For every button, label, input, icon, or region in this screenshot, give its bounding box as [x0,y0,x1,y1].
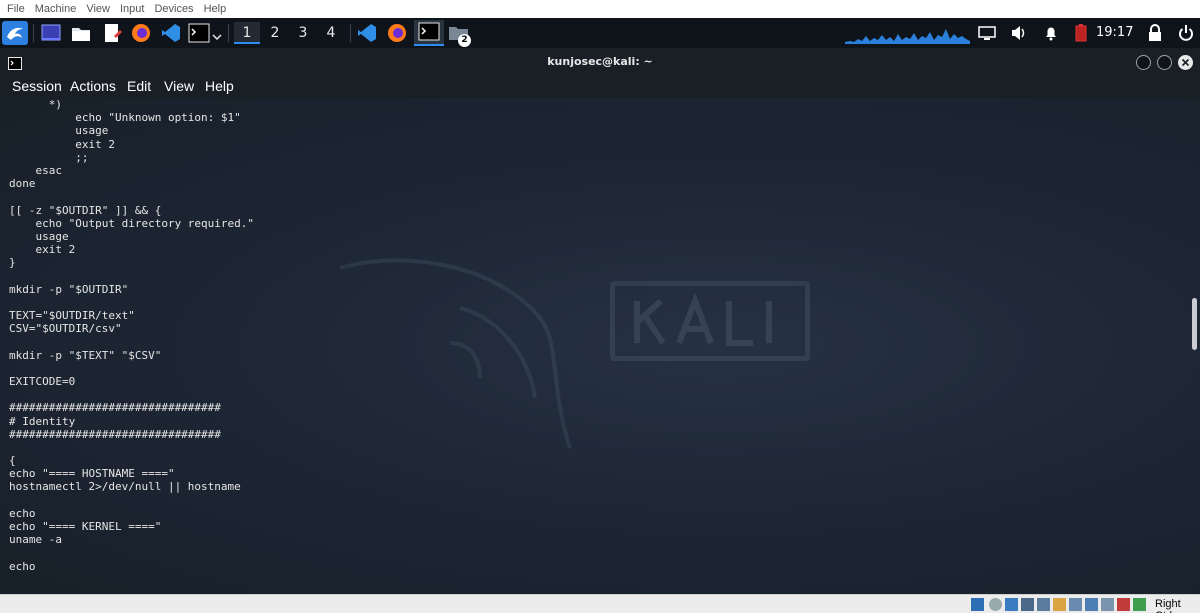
terminal-scrollbar[interactable] [1192,298,1197,350]
workspace-2[interactable]: 2 [262,22,288,44]
text-editor-icon[interactable] [101,22,123,44]
vscode-window-icon[interactable] [356,22,378,44]
recording-icon[interactable] [1085,598,1098,611]
terminal-line: echo "==== KERNEL ====" [9,520,162,533]
menu-view[interactable]: View [164,78,194,94]
terminal-window-button[interactable] [414,20,444,46]
vscode-icon[interactable] [160,22,182,44]
usb-icon[interactable] [1037,598,1050,611]
kali-wallpaper-logo [610,281,810,361]
vbox-statusbar: Right Ctrl [0,594,1200,613]
terminal-line: mkdir -p "$OUTDIR" [9,282,129,296]
terminal-line: ################################ [9,401,221,415]
file-manager-icon[interactable] [70,22,92,44]
terminal-line: *) [9,98,62,111]
kali-dragon-watermark [339,258,572,449]
keyboard-icon[interactable] [1133,598,1146,611]
optical-drive-icon[interactable] [989,598,1002,611]
cpu-graph [845,22,970,44]
menu-edit[interactable]: Edit [127,78,151,94]
terminal-line: TEXT="$OUTDIR/text" [9,309,135,322]
firefox-icon[interactable] [130,22,152,44]
terminal-line: { [9,454,16,468]
hard-disk-icon[interactable] [971,598,984,611]
vbox-menu-input[interactable]: Input [115,3,149,15]
battery-icon[interactable] [1075,24,1087,46]
terminal-text: *) echo "Unknown option: $1" usage exit … [9,98,254,573]
display-icon[interactable] [978,25,996,45]
desktop-icon[interactable] [40,22,62,44]
vbox-menu-machine[interactable]: Machine [30,3,82,15]
terminal-line: echo "==== HOSTNAME ====" [9,467,175,481]
terminal-line: mkdir -p "$TEXT" "$CSV" [9,348,162,362]
cpu-status-icon[interactable] [1101,598,1114,611]
terminal-line: echo "Output directory required." [9,216,255,230]
terminal-line: CSV="$OUTDIR/csv" [9,322,122,336]
chevron-down-icon[interactable] [212,27,222,46]
host-key-label: Right Ctrl [1155,598,1181,613]
terminal-line: echo "Unknown option: $1" [9,111,241,125]
window-title: kunjosec@kali: ~ [547,55,653,68]
workspace-4[interactable]: 4 [318,22,344,44]
minimize-button[interactable] [1136,55,1151,70]
lock-icon[interactable] [1148,24,1162,46]
files-count-badge: 2 [458,34,471,47]
terminal-line: done [9,177,36,191]
workspace-3[interactable]: 3 [290,22,316,44]
window-titlebar[interactable]: kunjosec@kali: ~ [0,48,1200,76]
menu-actions[interactable]: Actions [70,78,116,94]
menu-session[interactable]: Session [12,78,62,94]
power-icon[interactable] [1178,24,1194,46]
terminal-window: kunjosec@kali: ~ Session Actions Edit Vi… [0,48,1200,594]
panel-clock[interactable]: 19:17 [1096,25,1133,40]
terminal-line: ;; [9,150,89,164]
vbox-menu-file[interactable]: File [2,3,30,15]
terminal-line: usage [9,229,69,243]
terminal-line: } [9,256,16,270]
close-button[interactable] [1178,55,1193,70]
network-icon[interactable] [1021,598,1034,611]
shared-folders-icon[interactable] [1053,598,1066,611]
kali-menu-icon[interactable] [2,21,28,45]
terminal-line: usage [9,124,109,138]
firefox-window-icon[interactable] [386,22,408,44]
menu-help[interactable]: Help [205,78,234,94]
terminal-line: hostnamectl 2>/dev/null || hostname [9,480,241,494]
vbox-menu-devices[interactable]: Devices [149,3,198,15]
terminal-line: ################################ [9,427,221,441]
vbox-menu-view[interactable]: View [81,3,115,15]
terminal-line: EXITCODE=0 [9,374,76,388]
terminal-line: # Identity [9,414,76,428]
workspace-1[interactable]: 1 [234,22,260,44]
terminal-line: exit 2 [9,137,115,151]
terminal-line: esac [9,163,62,177]
audio-icon[interactable] [1005,598,1018,611]
terminal-menubar: Session Actions Edit View Help [0,76,1200,98]
volume-icon[interactable] [1010,25,1028,45]
mouse-integration-icon[interactable] [1117,598,1130,611]
terminal-icon[interactable] [188,22,210,44]
terminal-line: echo [9,506,36,520]
top-panel: 1 2 3 4 2 19:17 [0,18,1200,48]
terminal-line: exit 2 [9,243,76,257]
terminal-output[interactable]: *) echo "Unknown option: $1" usage exit … [0,98,1200,594]
terminal-line: echo [9,559,36,573]
notification-bell-icon[interactable] [1043,25,1059,45]
vbox-menu-help[interactable]: Help [199,3,232,15]
vbox-menubar: File Machine View Input Devices Help [0,0,1200,18]
terminal-line: uname -a [9,533,62,547]
display-status-icon[interactable] [1069,598,1082,611]
terminal-line: [[ -z "$OUTDIR" ]] && { [9,203,162,217]
maximize-button[interactable] [1157,55,1172,70]
